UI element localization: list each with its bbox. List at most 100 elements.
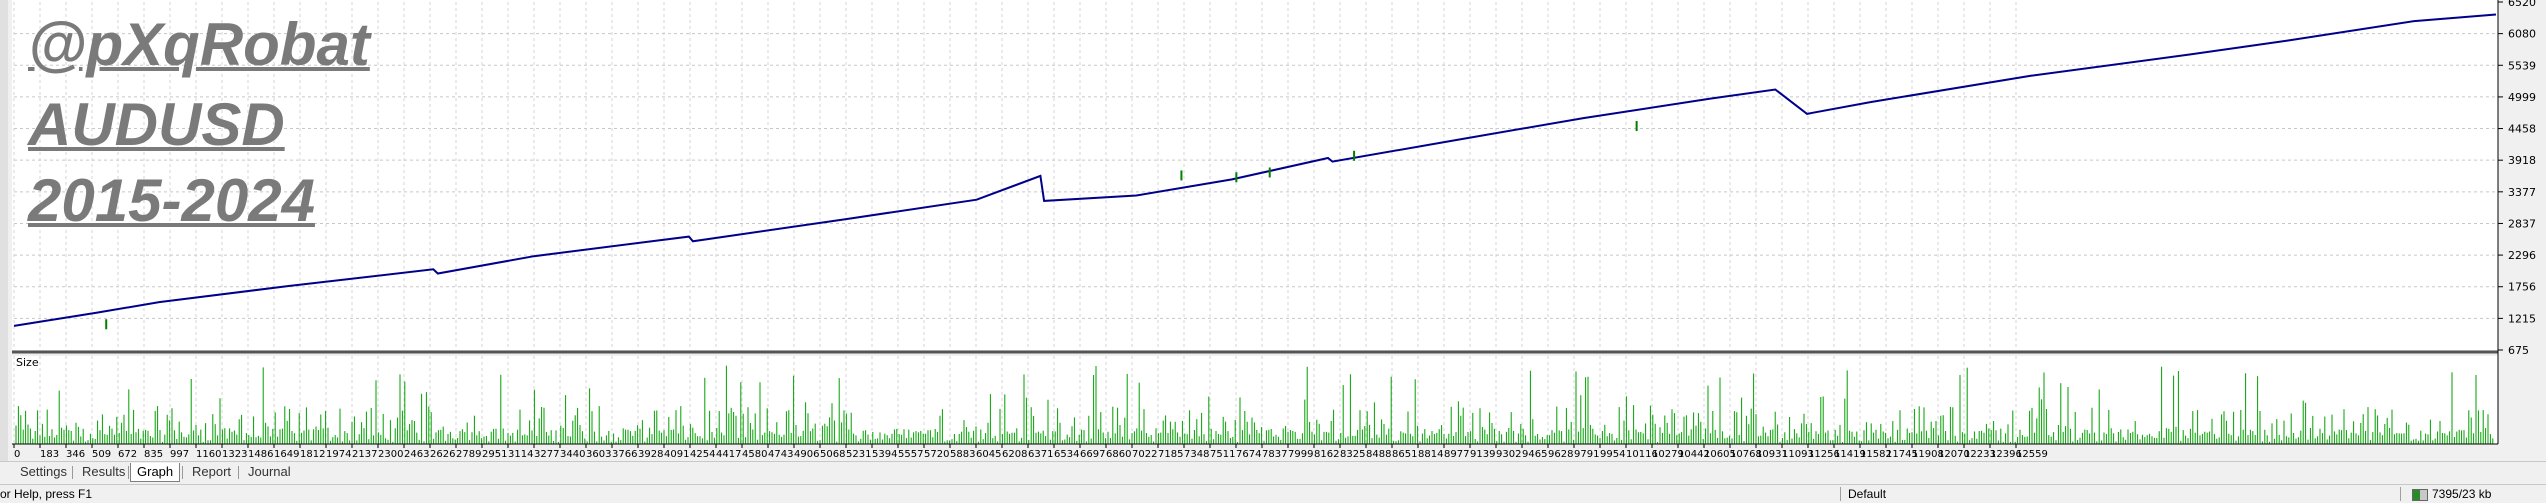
x-tick-label: 9139 [1470, 449, 1495, 460]
x-tick-label: 7022 [1132, 449, 1157, 460]
y-tick-label: 2837 [2508, 217, 2536, 230]
y-tick-label: 3377 [2508, 186, 2536, 199]
tab-journal[interactable]: Journal [242, 463, 297, 481]
x-tick-label: 5394 [872, 449, 897, 460]
tester-tabs: Settings Results Graph Report Journal [0, 461, 2546, 484]
status-divider [2400, 487, 2401, 501]
x-tick-label: 8488 [1366, 449, 1391, 460]
x-tick-label: 6860 [1106, 449, 1131, 460]
x-tick-label: 9954 [1600, 449, 1625, 460]
x-tick-label: 9791 [1574, 449, 1599, 460]
tab-separator [128, 466, 129, 479]
x-tick-label: 5557 [898, 449, 923, 460]
x-tick-label: 1323 [222, 449, 247, 460]
x-tick-label: 9302 [1496, 449, 1521, 460]
x-tick-label: 7674 [1236, 449, 1261, 460]
x-tick-label: 4091 [664, 449, 689, 460]
tab-settings[interactable]: Settings [14, 463, 73, 481]
x-tick-label: 2951 [482, 449, 507, 460]
x-tick-label: 1160 [196, 449, 221, 460]
x-tick-label: 5068 [820, 449, 845, 460]
status-profile: Default [1848, 487, 1887, 501]
x-tick-label: 7185 [1158, 449, 1183, 460]
x-tick-label: 4580 [742, 449, 767, 460]
x-tick-label: 1812 [300, 449, 325, 460]
x-tick-label: 835 [144, 449, 163, 460]
x-tick-label: 6534 [1054, 449, 1079, 460]
x-tick-label: 2137 [352, 449, 377, 460]
x-tick-label: 2626 [430, 449, 455, 460]
size-label: Size [16, 356, 39, 369]
x-tick-label: 2463 [404, 449, 429, 460]
y-tick-label: 5539 [2508, 59, 2536, 72]
x-tick-label: 6371 [1028, 449, 1053, 460]
x-tick-label: 1974 [326, 449, 351, 460]
status-divider [1840, 487, 1841, 501]
x-tick-label: 8325 [1340, 449, 1365, 460]
x-tick-label: 7348 [1184, 449, 1209, 460]
x-tick-label: 6697 [1080, 449, 1105, 460]
x-tick-label: 5720 [924, 449, 949, 460]
x-tick-label: 3440 [560, 449, 585, 460]
x-axis-labels: 0 183 346 509 672 835 997 1160 1323 1486 1649 1812 1… [13, 444, 2048, 460]
y-tick-label: 2296 [2508, 249, 2536, 262]
y-tick-label: 6080 [2508, 28, 2536, 41]
x-tick-label: 5883 [950, 449, 975, 460]
x-tick-label: 997 [170, 449, 189, 460]
x-tick-label: 8651 [1392, 449, 1417, 460]
size-chart-area [12, 356, 2498, 444]
x-tick-label: 509 [92, 449, 111, 460]
tab-separator [72, 466, 73, 479]
x-tick-label: 9465 [1522, 449, 1547, 460]
x-tick-label: 7837 [1262, 449, 1287, 460]
y-tick-label: 4458 [2508, 123, 2536, 136]
x-tick-label: 12559 [2016, 449, 2048, 460]
x-tick-label: 8977 [1444, 449, 1469, 460]
x-tick-label: 3603 [586, 449, 611, 460]
x-tick-label: 4906 [794, 449, 819, 460]
x-tick-label: 3928 [638, 449, 663, 460]
x-tick-label: 4417 [716, 449, 741, 460]
tab-separator [238, 466, 239, 479]
status-help-text: or Help, press F1 [0, 487, 93, 501]
x-tick-label: 7999 [1288, 449, 1313, 460]
tester-window: 6520 6080 5539 4999 4458 3918 3377 2837 2296 1756… [0, 0, 2546, 503]
status-bar: or Help, press F1 Default 7395/23 kb [0, 484, 2546, 503]
y-axis-labels: 6520 6080 5539 4999 4458 3918 3377 2837 2296 1756… [2498, 0, 2536, 357]
tab-report[interactable]: Report [186, 463, 237, 481]
x-tick-label: 4743 [768, 449, 793, 460]
x-tick-label: 672 [118, 449, 137, 460]
x-tick-label: 8814 [1418, 449, 1443, 460]
x-tick-label: 2300 [378, 449, 403, 460]
x-tick-label: 6208 [1002, 449, 1027, 460]
x-tick-label: 8162 [1314, 449, 1339, 460]
y-tick-label: 4999 [2508, 91, 2536, 104]
status-traffic: 7395/23 kb [2432, 487, 2492, 501]
x-tick-label: 0 [14, 449, 20, 460]
x-tick-label: 7511 [1210, 449, 1235, 460]
y-tick-label: 3918 [2508, 154, 2536, 167]
x-tick-label: 9628 [1548, 449, 1573, 460]
x-tick-label: 6045 [976, 449, 1001, 460]
x-tick-label: 3277 [534, 449, 559, 460]
y-tick-label: 6520 [2508, 0, 2536, 9]
watermark-period: 2015-2024 [28, 167, 315, 234]
x-tick-label: 4254 [690, 449, 715, 460]
watermark-symbol: AUDUSD [28, 91, 285, 158]
tab-graph[interactable]: Graph [130, 463, 181, 482]
tab-results[interactable]: Results [76, 463, 131, 481]
x-tick-label: 2789 [456, 449, 481, 460]
x-tick-label: 1649 [274, 449, 299, 460]
y-tick-label: 1215 [2508, 312, 2536, 325]
x-tick-label: 183 [40, 449, 59, 460]
x-tick-label: 346 [66, 449, 85, 460]
watermark-handle: @pXqRobat [28, 11, 370, 78]
x-tick-label: 1486 [248, 449, 273, 460]
x-tick-label: 3766 [612, 449, 637, 460]
x-tick-label: 3114 [508, 449, 533, 460]
y-tick-label: 1756 [2508, 281, 2536, 294]
connection-icon [2412, 489, 2428, 501]
x-tick-label: 5231 [846, 449, 871, 460]
graph-panel: 6520 6080 5539 4999 4458 3918 3377 2837 2296 1756… [12, 0, 2536, 460]
tab-separator [182, 466, 183, 479]
